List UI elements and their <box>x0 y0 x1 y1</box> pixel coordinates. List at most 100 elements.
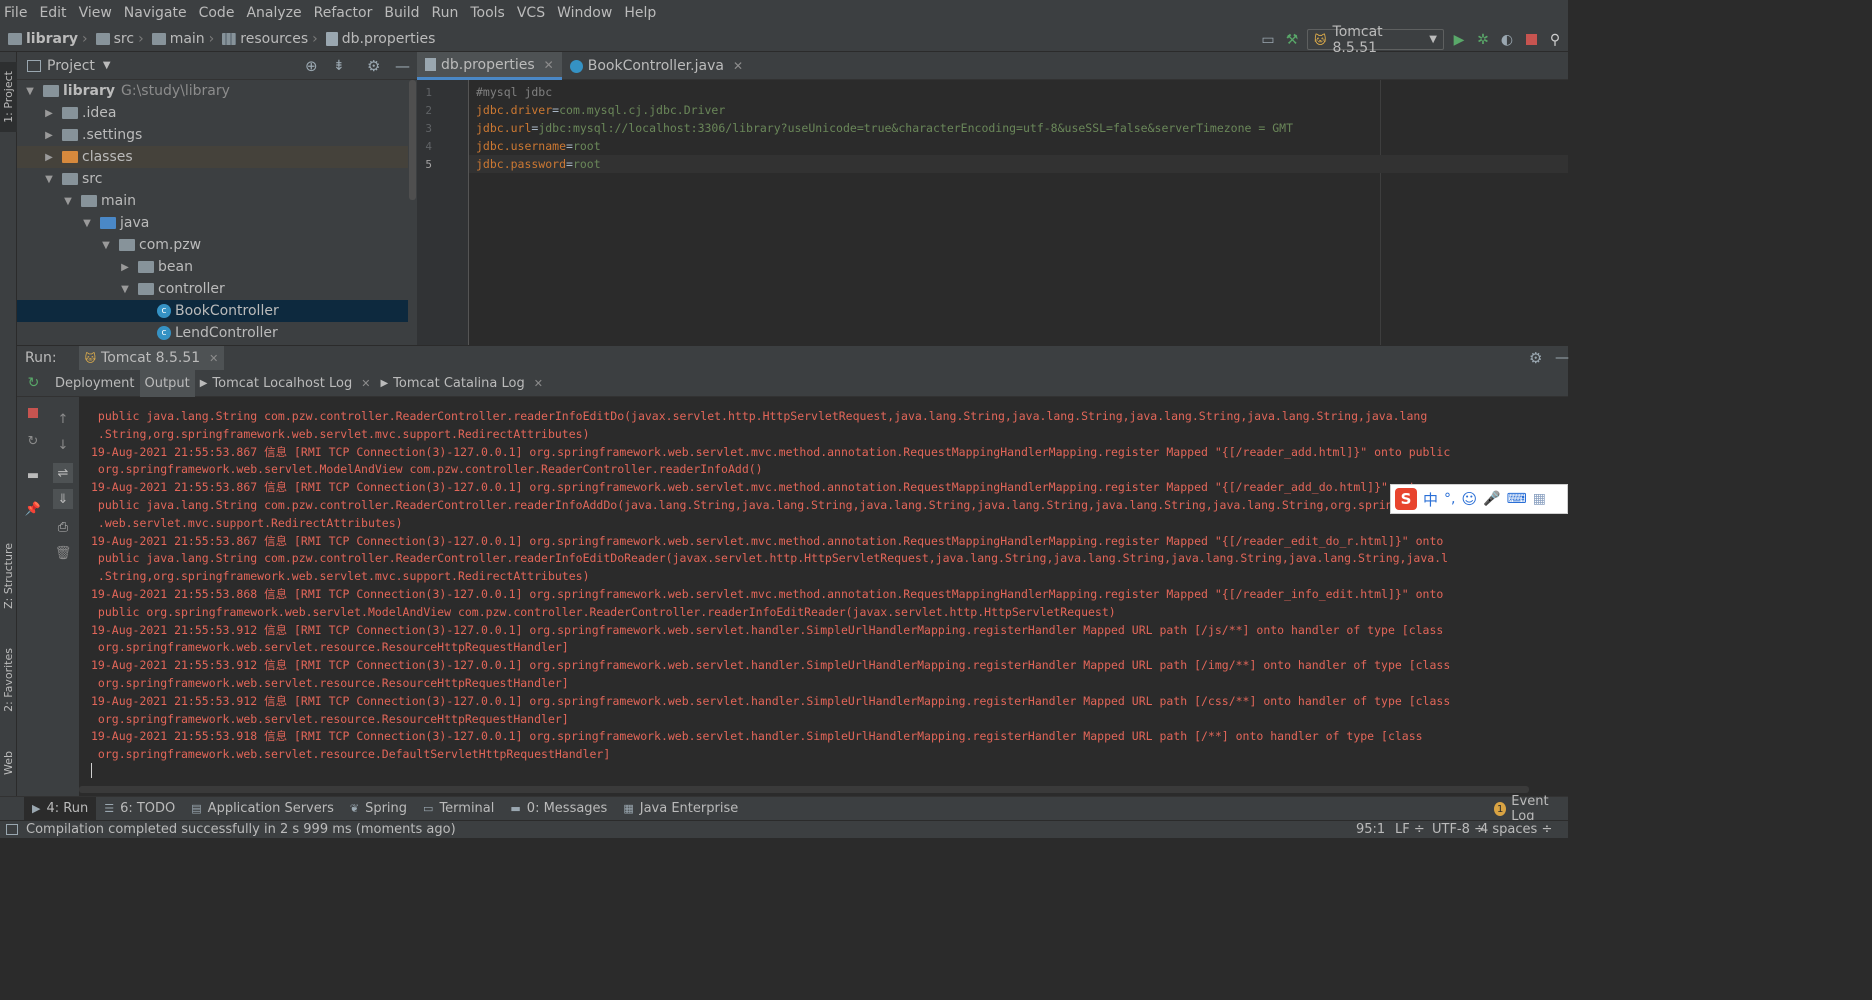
tree-item[interactable]: ▶ .idea <box>17 102 417 124</box>
event-log-button[interactable]: 1 Event Log <box>1494 794 1568 824</box>
menu-refactor[interactable]: Refactor <box>310 0 381 27</box>
tool-tab-web[interactable]: Web <box>0 740 17 786</box>
menu-view[interactable]: View <box>75 0 120 27</box>
menu-analyze[interactable]: Analyze <box>242 0 309 27</box>
status-toggle-icon[interactable] <box>6 824 18 835</box>
tab-tomcat-catalina-log[interactable]: ▶ Tomcat Catalina Log ✕ <box>375 370 548 397</box>
print-icon[interactable]: ⎙ <box>53 517 73 537</box>
menu-vcs[interactable]: VCS <box>513 0 553 27</box>
debug-icon[interactable]: ✲ <box>1474 31 1492 49</box>
microphone-icon[interactable]: 🎤 <box>1483 491 1500 507</box>
tool-tab-favorites[interactable]: 2: Favorites <box>0 637 17 722</box>
ime-language[interactable]: 中 <box>1423 489 1438 510</box>
collapse-all-icon[interactable]: ⇟ <box>333 58 345 74</box>
gear-icon[interactable]: ⚙ <box>1529 349 1542 367</box>
close-icon[interactable]: ✕ <box>544 58 554 72</box>
breadcrumb-resources[interactable]: resources <box>216 31 310 47</box>
bottom-tab[interactable]: ▬ 0: Messages <box>502 797 615 821</box>
ime-toolbar[interactable]: S 中 °, ☺ 🎤 ⌨ ▦ <box>1390 484 1568 514</box>
project-panel-title[interactable]: Project <box>47 58 95 74</box>
clear-trash-icon[interactable]: 🗑 <box>53 543 73 563</box>
scroll-to-end-icon[interactable]: ⇓ <box>53 489 73 509</box>
menu-edit[interactable]: Edit <box>35 0 74 27</box>
pin-icon[interactable]: 📌 <box>23 499 43 519</box>
terminal-window-icon[interactable]: ▭ <box>1259 31 1277 49</box>
tree-item[interactable]: ▼ com.pzw <box>17 234 417 256</box>
tab-tomcat-localhost-log[interactable]: ▶ Tomcat Localhost Log ✕ <box>195 370 376 397</box>
expanded-arrow-icon[interactable]: ▼ <box>61 196 75 207</box>
collapsed-arrow-icon[interactable]: ▶ <box>42 108 56 119</box>
menu-code[interactable]: Code <box>195 0 243 27</box>
expanded-arrow-icon[interactable]: ▼ <box>80 218 94 229</box>
expanded-arrow-icon[interactable]: ▼ <box>42 174 56 185</box>
expanded-arrow-icon[interactable]: ▼ <box>99 240 113 251</box>
tree-item[interactable]: ▼ java <box>17 212 417 234</box>
tree-item[interactable]: ▶ bean <box>17 256 417 278</box>
tree-item[interactable]: c LendController <box>17 322 417 344</box>
close-icon[interactable]: ✕ <box>209 352 218 365</box>
layout-icon[interactable]: ▬ <box>23 465 43 485</box>
punctuation-icon[interactable]: °, <box>1444 491 1455 507</box>
restart-icon[interactable]: ↻ <box>23 431 43 451</box>
search-icon[interactable]: ⚲ <box>1546 31 1564 49</box>
run-configuration-select[interactable]: 🐱 Tomcat 8.5.51 ▼ <box>1307 24 1444 56</box>
caret-position[interactable]: 95:1 <box>1356 822 1385 837</box>
close-icon[interactable]: ✕ <box>361 377 370 390</box>
code-editor[interactable]: #mysql jdbc jdbc.driver=com.mysql.cj.jdbc… <box>469 80 1568 345</box>
console-output[interactable]: public java.lang.String com.pzw.controll… <box>79 397 1568 796</box>
build-hammer-icon[interactable]: ⚒ <box>1283 31 1301 49</box>
menu-file[interactable]: File <box>0 0 35 27</box>
tree-item[interactable]: c BookController <box>17 300 417 322</box>
tool-tab-structure[interactable]: Z: Structure <box>0 532 17 620</box>
soft-wrap-icon[interactable]: ⇌ <box>53 463 73 483</box>
tree-item[interactable]: ▼ controller <box>17 278 417 300</box>
breadcrumb-db-properties[interactable]: db.properties <box>320 31 438 47</box>
collapsed-arrow-icon[interactable]: ▶ <box>42 130 56 141</box>
menu-window[interactable]: Window <box>553 0 620 27</box>
breadcrumb-main[interactable]: main <box>146 31 207 47</box>
rerun-icon[interactable]: ↻ <box>17 375 50 391</box>
line-separator[interactable]: LF ÷ <box>1395 822 1425 837</box>
bottom-tab[interactable]: ▭ Terminal <box>415 797 502 821</box>
tab-deployment[interactable]: Deployment <box>50 370 140 397</box>
stop-icon[interactable] <box>23 403 43 423</box>
breadcrumb-library[interactable]: library <box>0 31 80 47</box>
bottom-tab[interactable]: ❦ Spring <box>342 797 415 821</box>
scroll-up-icon[interactable]: ↑ <box>53 409 73 429</box>
chevron-down-icon[interactable]: ▼ <box>103 60 111 71</box>
scroll-down-icon[interactable]: ↓ <box>53 435 73 455</box>
bottom-tab[interactable]: ☰ 6: TODO <box>96 797 183 821</box>
tree-item[interactable]: ▶ .settings <box>17 124 417 146</box>
run-config-tab[interactable]: 🐱 Tomcat 8.5.51 ✕ <box>78 345 225 371</box>
expanded-arrow-icon[interactable]: ▼ <box>23 86 37 97</box>
tree-item[interactable]: ▶ classes <box>17 146 417 168</box>
menu-build[interactable]: Build <box>380 0 427 27</box>
tree-item[interactable]: ▼ main <box>17 190 417 212</box>
tab-output[interactable]: Output <box>139 369 195 397</box>
minimize-icon[interactable]: — <box>395 57 410 75</box>
editor-tab-bookcontroller[interactable]: BookController.java ✕ <box>562 52 751 80</box>
tree-scrollbar[interactable] <box>408 80 417 345</box>
editor-tab-db-properties[interactable]: db.properties ✕ <box>417 52 562 80</box>
horizontal-scrollbar[interactable] <box>79 786 1529 793</box>
tree-item[interactable]: ▼ src <box>17 168 417 190</box>
collapsed-arrow-icon[interactable]: ▶ <box>118 262 132 273</box>
locate-target-icon[interactable]: ⊕ <box>305 57 318 75</box>
keyboard-icon[interactable]: ⌨ <box>1507 491 1527 507</box>
scrollbar-thumb[interactable] <box>409 80 416 200</box>
expanded-arrow-icon[interactable]: ▼ <box>118 284 132 295</box>
menu-run[interactable]: Run <box>428 0 467 27</box>
menu-tools[interactable]: Tools <box>466 0 513 27</box>
menu-help[interactable]: Help <box>620 0 664 27</box>
gear-icon[interactable]: ⚙ <box>367 57 380 75</box>
file-encoding[interactable]: UTF-8 ÷ <box>1432 822 1485 837</box>
bottom-tab[interactable]: ▦ Java Enterprise <box>615 797 746 821</box>
tree-item[interactable]: ▼ library G:\study\library <box>17 80 417 102</box>
collapsed-arrow-icon[interactable]: ▶ <box>42 152 56 163</box>
menu-navigate[interactable]: Navigate <box>120 0 195 27</box>
bottom-tab[interactable]: ▤ Application Servers <box>183 797 342 821</box>
minimize-icon[interactable]: — <box>1555 350 1569 366</box>
coverage-icon[interactable]: ◐ <box>1498 31 1516 49</box>
close-icon[interactable]: ✕ <box>534 377 543 390</box>
emoji-icon[interactable]: ☺ <box>1461 490 1477 508</box>
